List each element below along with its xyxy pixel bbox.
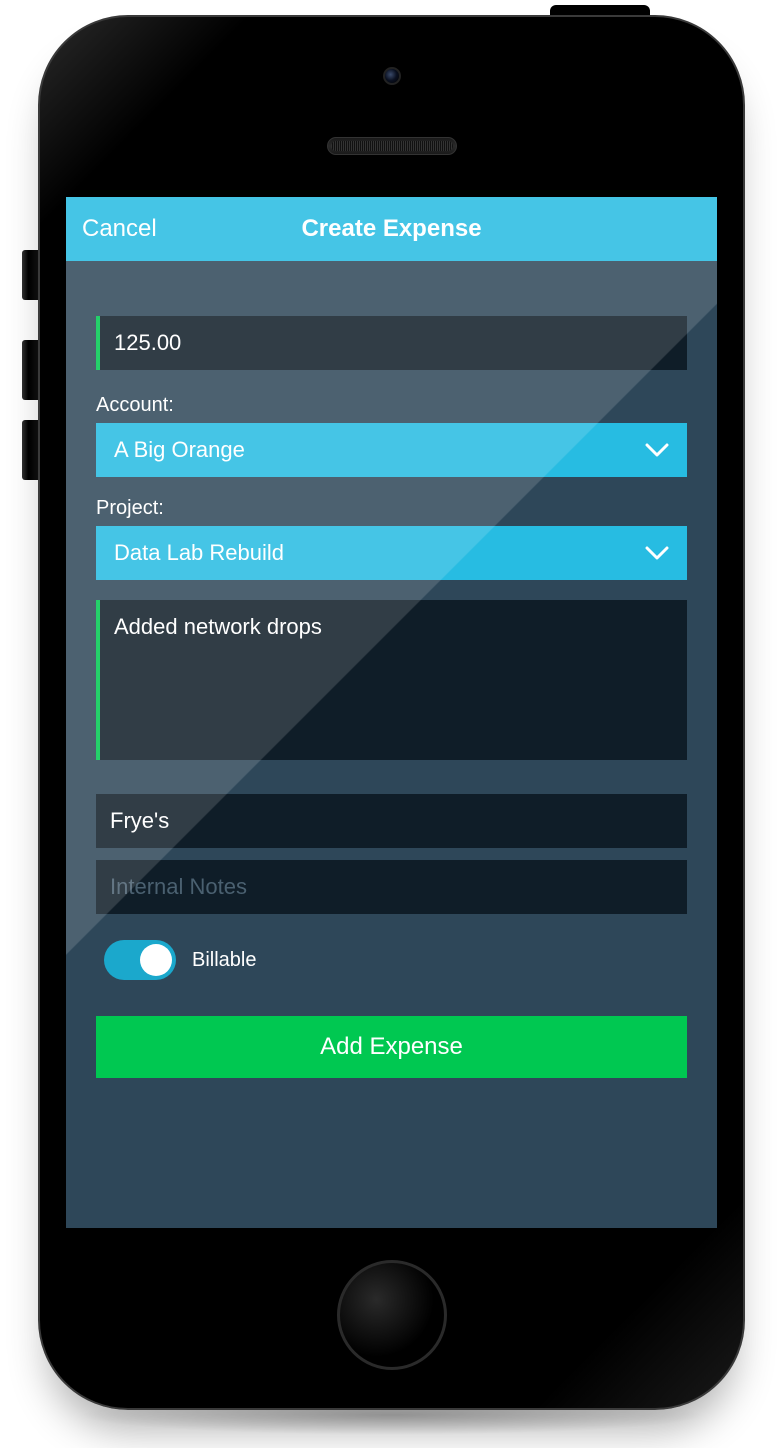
page-title: Create Expense (301, 215, 481, 243)
billable-row: Billable (104, 940, 687, 980)
internal-notes-placeholder: Internal Notes (110, 874, 247, 900)
phone-speaker (327, 137, 457, 155)
account-label: Account: (96, 394, 687, 417)
chevron-down-icon (645, 546, 669, 560)
phone-frame: Cancel Create Expense 125.00 Account: A … (38, 15, 745, 1410)
account-dropdown[interactable]: A Big Orange (96, 423, 687, 477)
billable-label: Billable (192, 949, 256, 972)
vendor-input[interactable]: Frye's (96, 794, 687, 848)
description-value: Added network drops (114, 614, 322, 639)
add-expense-button[interactable]: Add Expense (96, 1016, 687, 1078)
project-label: Project: (96, 497, 687, 520)
billable-toggle[interactable] (104, 940, 176, 980)
expense-form: 125.00 Account: A Big Orange Project: Da… (66, 261, 717, 1098)
app-header: Cancel Create Expense (66, 197, 717, 261)
internal-notes-input[interactable]: Internal Notes (96, 860, 687, 914)
toggle-knob (140, 944, 172, 976)
amount-input[interactable]: 125.00 (96, 316, 687, 370)
project-selected-value: Data Lab Rebuild (114, 540, 284, 566)
add-expense-label: Add Expense (320, 1033, 463, 1061)
description-textarea[interactable]: Added network drops (96, 600, 687, 760)
amount-value: 125.00 (114, 330, 181, 356)
cancel-button[interactable]: Cancel (82, 215, 157, 243)
project-dropdown[interactable]: Data Lab Rebuild (96, 526, 687, 580)
phone-camera (383, 67, 401, 85)
app-screen: Cancel Create Expense 125.00 Account: A … (66, 197, 717, 1228)
home-button[interactable] (337, 1260, 447, 1370)
account-selected-value: A Big Orange (114, 437, 245, 463)
vendor-value: Frye's (110, 808, 169, 834)
phone-side-buttons (22, 250, 38, 500)
chevron-down-icon (645, 443, 669, 457)
phone-body: Cancel Create Expense 125.00 Account: A … (38, 15, 745, 1410)
